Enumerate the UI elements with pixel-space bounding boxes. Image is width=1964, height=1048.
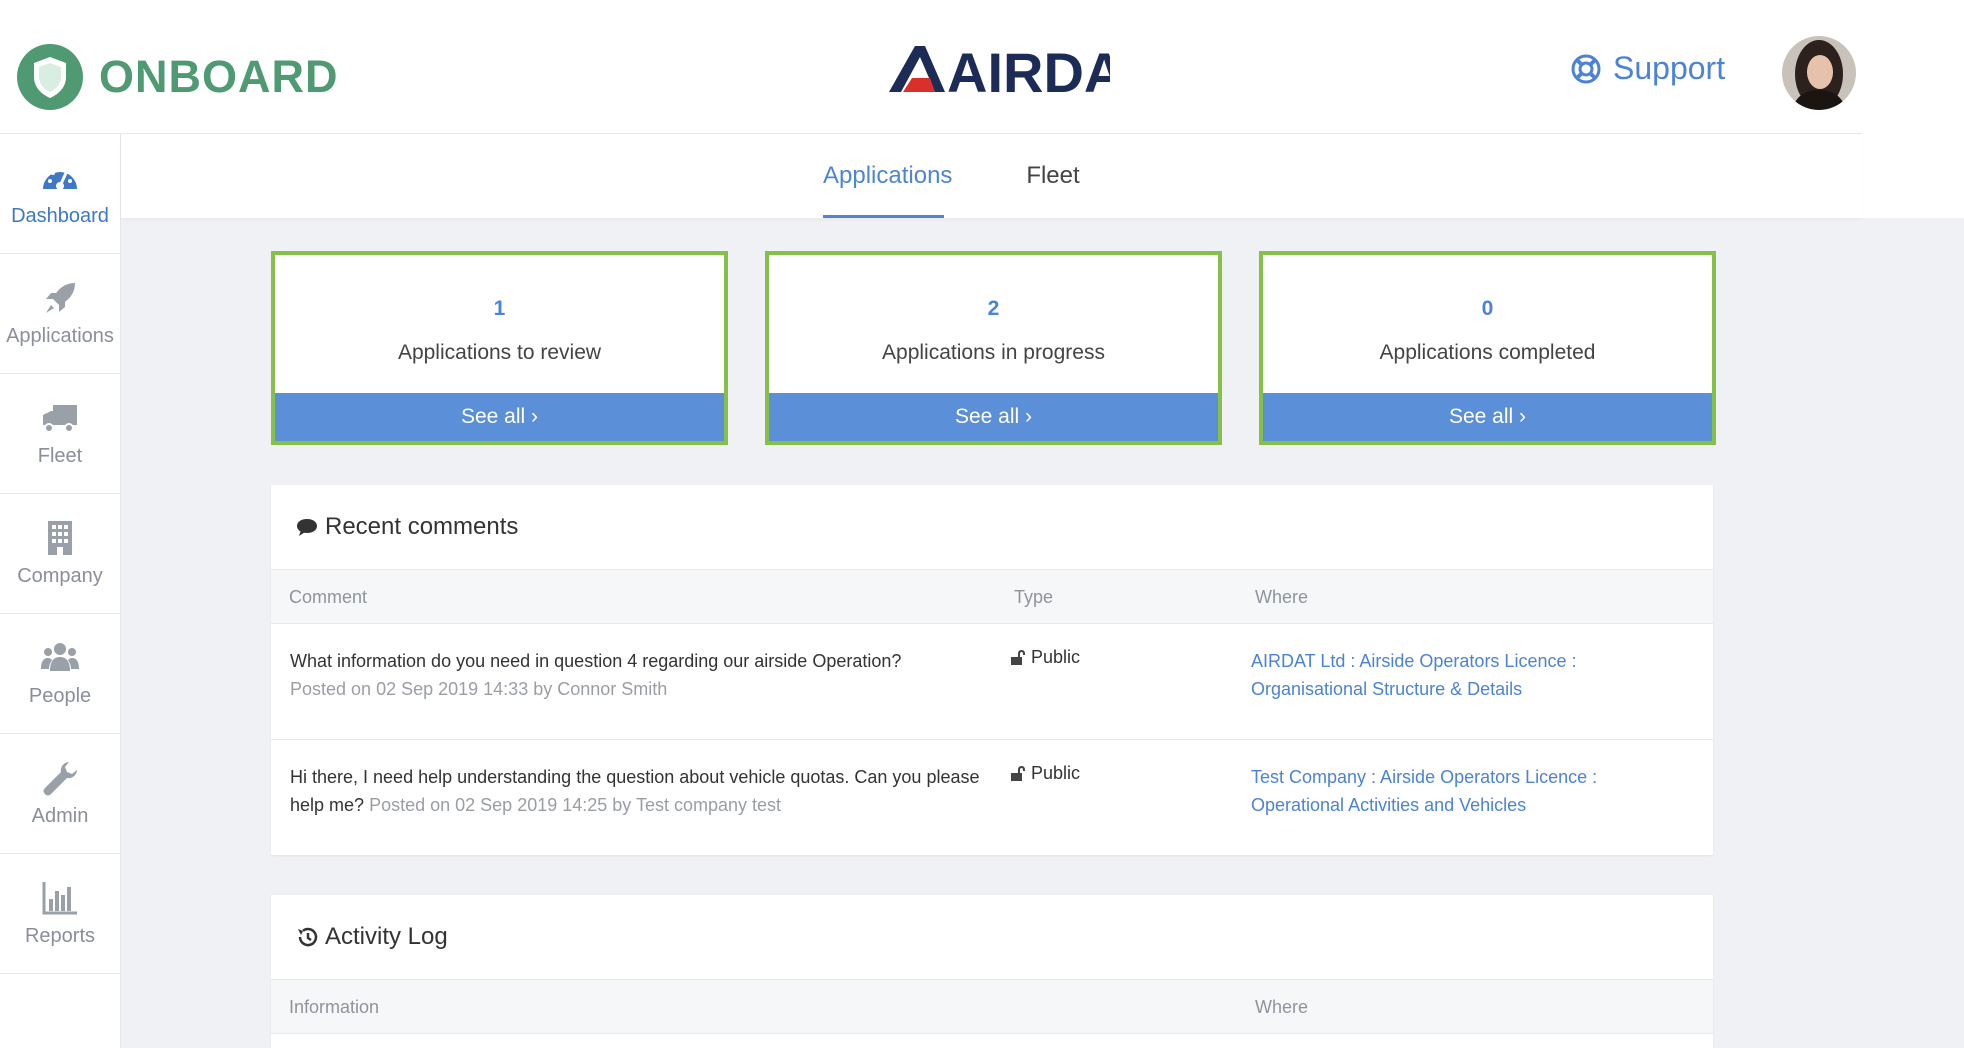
truck-icon	[43, 405, 77, 433]
panel-title-text: Recent comments	[325, 513, 519, 540]
card-count: 2	[987, 297, 1000, 320]
card-label: Applications to review	[397, 341, 602, 364]
shield-logo-icon	[17, 44, 83, 110]
lifebuoy-icon	[1571, 54, 1601, 83]
card-count: 1	[493, 297, 506, 320]
airdat-logo: AIRDAT	[889, 41, 1110, 96]
sidebar-item-label: Fleet	[37, 445, 83, 467]
see-all-button[interactable]: See all ›	[769, 393, 1218, 441]
building-icon	[48, 521, 72, 555]
avatar-image	[1782, 36, 1856, 110]
top-header: ONBOARD AIRDAT Support	[0, 0, 1925, 134]
sidebar: Dashboard Applications Fleet Company Peo…	[0, 134, 121, 1048]
tab-fleet[interactable]: Fleet	[1015, 134, 1091, 218]
sidebar-item-dashboard[interactable]: Dashboard	[0, 134, 120, 254]
column-header-where: Where	[1255, 997, 1309, 1017]
dashboard-icon	[43, 167, 77, 190]
app-name: ONBOARD	[99, 51, 339, 102]
comment-cell: What information do you need in question…	[290, 647, 1010, 703]
sidebar-item-company[interactable]: Company	[0, 494, 120, 614]
rocket-icon	[46, 283, 75, 313]
table-header: Comment Type Where	[271, 570, 1713, 624]
sidebar-item-admin[interactable]: Admin	[0, 734, 120, 854]
column-header-comment: Comment	[289, 587, 368, 607]
table-header: Information Where	[271, 980, 1713, 1034]
sidebar-item-fleet[interactable]: Fleet	[0, 374, 120, 494]
sidebar-item-people[interactable]: People	[0, 614, 120, 734]
table-row: What information do you need in question…	[271, 624, 1713, 740]
sidebar-item-label: Dashboard	[11, 205, 109, 227]
comment-cell: Hi there, I need help understanding the …	[290, 763, 1010, 819]
type-cell: Public	[1011, 647, 1080, 668]
where-link[interactable]: AIRDAT Ltd : Airside Operators Licence :…	[1251, 647, 1651, 703]
wrench-icon	[43, 762, 77, 796]
see-all-button[interactable]: See all ›	[1263, 393, 1712, 441]
sidebar-item-label: People	[28, 685, 92, 707]
comment-meta: Posted on 02 Sep 2019 14:33 by Connor Sm…	[290, 679, 668, 699]
support-label: Support	[1613, 50, 1726, 86]
history-icon	[298, 927, 318, 947]
onboard-brand[interactable]: ONBOARD	[17, 44, 339, 110]
sidebar-item-label: Admin	[31, 805, 89, 827]
unlock-icon	[1011, 649, 1025, 665]
column-header-type: Type	[1014, 587, 1054, 607]
header-right-strip	[1862, 0, 1964, 218]
panel-title: Recent comments	[271, 485, 1713, 570]
comment-meta: Posted on 02 Sep 2019 14:25 by Test comp…	[369, 795, 782, 815]
see-all-button[interactable]: See all ›	[275, 393, 724, 441]
comment-type: Public	[1031, 763, 1081, 783]
sidebar-item-label: Applications	[6, 325, 114, 347]
card-applications-to-review: 1 Applications to review See all ›	[271, 251, 728, 445]
panel-title-text: Activity Log	[325, 923, 448, 950]
activity-log-panel: Activity Log Information Where	[271, 895, 1713, 1048]
card-applications-in-progress: 2 Applications in progress See all ›	[765, 251, 1222, 445]
airdat-logo-text: AIRDAT	[947, 41, 1110, 96]
card-applications-completed: 0 Applications completed See all ›	[1259, 251, 1716, 445]
sidebar-item-label: Reports	[24, 925, 96, 947]
unlock-icon	[1011, 765, 1025, 781]
sidebar-item-label: Company	[17, 565, 103, 587]
column-header-where: Where	[1255, 587, 1309, 607]
comment-text: What information do you need in question…	[290, 651, 902, 671]
card-count: 0	[1481, 297, 1494, 320]
comment-icon	[297, 519, 317, 536]
comment-type: Public	[1031, 647, 1081, 667]
user-avatar[interactable]	[1782, 36, 1856, 110]
table-row: Hi there, I need help understanding the …	[271, 740, 1713, 856]
type-cell: Public	[1011, 763, 1080, 784]
tab-bar: Applications Fleet	[121, 134, 1862, 218]
column-header-information: Information	[289, 997, 380, 1017]
recent-comments-panel: Recent comments Comment Type Where What …	[271, 485, 1713, 856]
card-label: Applications completed	[1379, 341, 1596, 364]
where-link[interactable]: Test Company : Airside Operators Licence…	[1251, 763, 1651, 819]
support-link[interactable]: Support	[1571, 50, 1725, 87]
bar-chart-icon	[42, 882, 77, 915]
tab-applications[interactable]: Applications	[823, 134, 952, 218]
card-label: Applications in progress	[882, 341, 1105, 364]
users-icon	[41, 643, 79, 671]
sidebar-item-reports[interactable]: Reports	[0, 854, 120, 974]
panel-title: Activity Log	[271, 895, 1713, 980]
sidebar-item-applications[interactable]: Applications	[0, 254, 120, 374]
